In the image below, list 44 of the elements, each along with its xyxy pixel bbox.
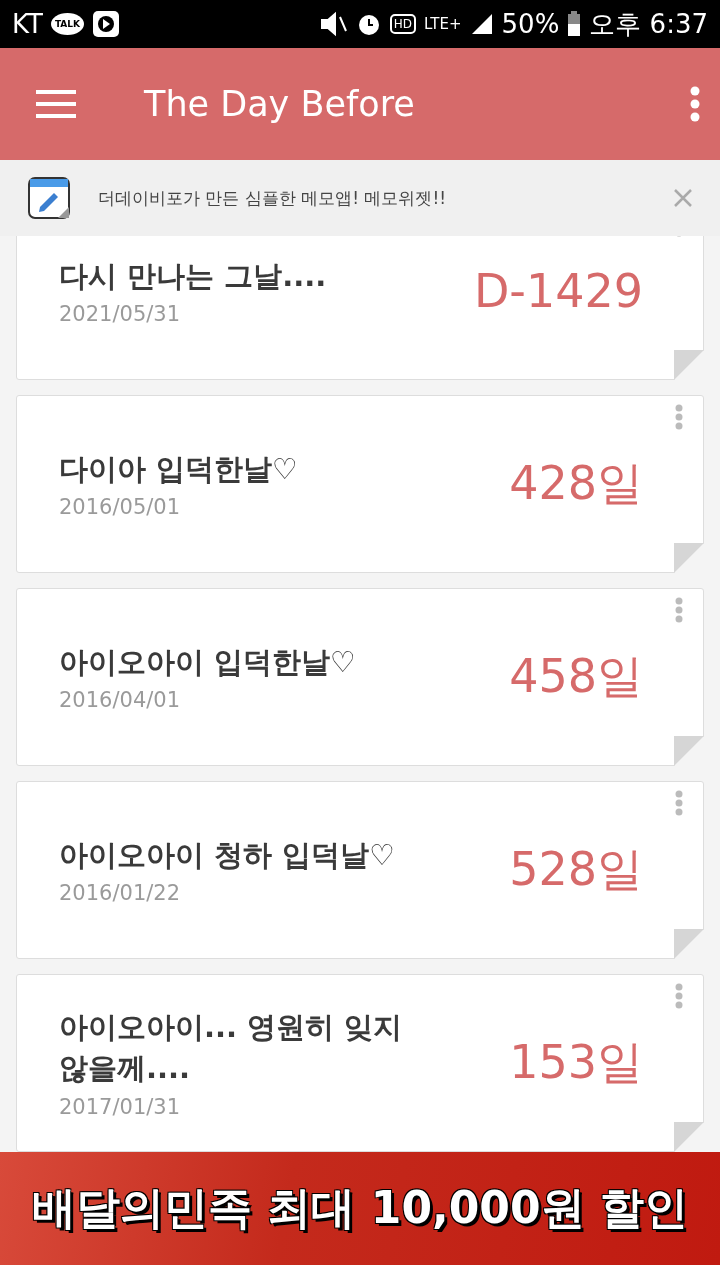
- chat-icon: TALK: [50, 13, 85, 35]
- more-icon[interactable]: [675, 983, 683, 1009]
- network-text: LTE+: [424, 15, 462, 33]
- day-count: 458일: [509, 648, 643, 705]
- mute-icon: [319, 11, 348, 37]
- carrier-text: KT: [12, 9, 43, 39]
- folded-corner-icon: [674, 736, 704, 766]
- event-title: 아이오아이 입덕한날♡: [59, 643, 358, 681]
- event-date: 2016/01/22: [59, 881, 182, 906]
- day-count: D-1429: [473, 264, 643, 318]
- event-date: 2016/05/01: [59, 495, 182, 520]
- event-title: 아이오아이 청하 입덕날♡: [59, 836, 397, 874]
- folded-corner-icon: [674, 929, 704, 959]
- event-card[interactable]: 다이아 입덕한날♡ 2016/05/01 428일: [16, 395, 704, 573]
- event-card[interactable]: 아이오아이 입덕한날♡ 2016/04/01 458일: [16, 588, 704, 766]
- ad-text: 배달의민족 최대 10,000원 할인: [32, 1181, 688, 1235]
- more-icon[interactable]: [690, 86, 700, 122]
- ad-banner[interactable]: 배달의민족 최대 10,000원 할인: [0, 1152, 720, 1265]
- event-date: 2017/01/31: [59, 1094, 182, 1119]
- menu-icon[interactable]: [36, 90, 76, 118]
- event-title: 다이아 입덕한날♡: [59, 450, 300, 488]
- battery-text: 50%: [501, 9, 560, 39]
- notepad-icon[interactable]: [28, 177, 70, 219]
- more-icon[interactable]: [675, 790, 683, 816]
- hd-icon: HD: [389, 14, 417, 34]
- day-count: 428일: [509, 455, 643, 512]
- battery-icon: [567, 11, 582, 37]
- event-card[interactable]: 아이오아이... 영원히 잊지 않을께.... 2017/01/31 153일: [16, 974, 704, 1152]
- day-count: 153일: [509, 1034, 643, 1091]
- close-icon[interactable]: [674, 189, 692, 207]
- event-date: 2016/04/01: [59, 688, 182, 713]
- folded-corner-icon: [674, 350, 704, 380]
- event-title: 다시 만나는 그날....: [59, 257, 328, 295]
- event-date: 2021/05/31: [59, 302, 182, 327]
- folded-corner-icon: [674, 543, 704, 573]
- day-count: 528일: [509, 841, 643, 898]
- time-text: 오후 6:37: [589, 7, 708, 41]
- event-title: 아이오아이... 영원히 잊지 않을께....: [59, 1009, 404, 1087]
- event-card[interactable]: 다시 만나는 그날.... 2021/05/31 D-1429: [16, 236, 704, 380]
- app-title: The Day Before: [144, 84, 416, 124]
- more-icon[interactable]: [675, 404, 683, 430]
- more-icon[interactable]: [675, 597, 683, 623]
- play-icon: [92, 10, 121, 38]
- event-card[interactable]: 아이오아이 청하 입덕날♡ 2016/01/22 528일: [16, 781, 704, 959]
